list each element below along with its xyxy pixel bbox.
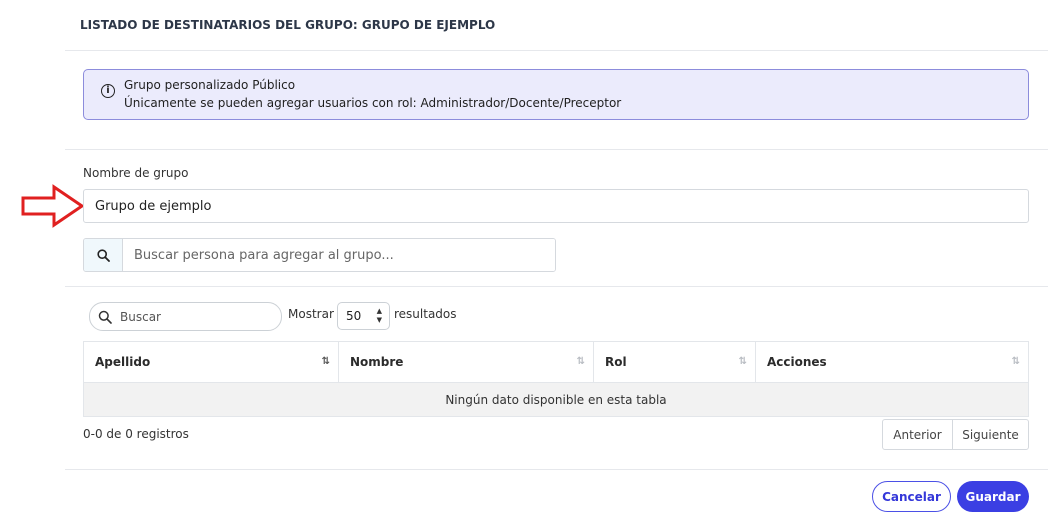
footer-divider	[65, 469, 1048, 470]
column-header-label: Rol	[605, 355, 627, 369]
person-search-group[interactable]	[83, 238, 556, 272]
records-info: 0-0 de 0 registros	[83, 427, 189, 441]
header-divider	[65, 50, 1048, 51]
section-divider	[65, 286, 1048, 287]
column-header-nombre[interactable]: Nombre ⇅	[338, 341, 594, 383]
column-header-label: Apellido	[95, 355, 151, 369]
page-size-value: 50	[346, 309, 362, 323]
empty-table-message: Ningún dato disponible en esta tabla	[83, 382, 1029, 417]
next-page-button[interactable]: Siguiente	[953, 420, 1028, 449]
section-divider	[65, 149, 1048, 150]
pagination: Anterior Siguiente	[882, 419, 1029, 450]
page-size-select[interactable]: 50 ▲ ▼	[337, 302, 390, 330]
column-header-apellido[interactable]: Apellido ⇅	[83, 341, 339, 383]
recipients-table: Apellido ⇅ Nombre ⇅ Rol ⇅ Acciones ⇅ Nin…	[83, 341, 1029, 417]
group-name-input[interactable]	[83, 189, 1029, 223]
column-header-label: Acciones	[767, 355, 827, 369]
table-search-box[interactable]	[89, 302, 282, 331]
column-header-label: Nombre	[350, 355, 404, 369]
annotation-arrow-icon	[21, 184, 85, 228]
previous-page-button[interactable]: Anterior	[883, 420, 953, 449]
results-label: resultados	[394, 307, 457, 321]
page-title: LISTADO DE DESTINATARIOS DEL GRUPO: GRUP…	[80, 18, 496, 32]
column-header-acciones[interactable]: Acciones ⇅	[755, 341, 1029, 383]
table-search-input[interactable]	[114, 309, 274, 324]
alert-title: Grupo personalizado Público	[124, 78, 296, 92]
cancel-button[interactable]: Cancelar	[872, 481, 951, 512]
save-button[interactable]: Guardar	[957, 481, 1029, 512]
show-label: Mostrar	[288, 307, 334, 321]
group-name-label: Nombre de grupo	[83, 166, 189, 180]
sort-icon: ⇅	[576, 356, 586, 367]
updown-caret-icon: ▲ ▼	[376, 307, 382, 324]
column-header-rol[interactable]: Rol ⇅	[593, 341, 756, 383]
search-icon[interactable]	[84, 239, 123, 271]
search-icon	[98, 310, 114, 324]
alert-message: Únicamente se pueden agregar usuarios co…	[124, 96, 622, 110]
sort-icon: ⇅	[321, 356, 331, 367]
info-icon: i	[101, 84, 115, 98]
info-alert: i Grupo personalizado Público Únicamente…	[83, 69, 1029, 120]
sort-icon: ⇅	[738, 356, 748, 367]
sort-icon: ⇅	[1011, 356, 1021, 367]
person-search-input[interactable]	[123, 239, 555, 271]
